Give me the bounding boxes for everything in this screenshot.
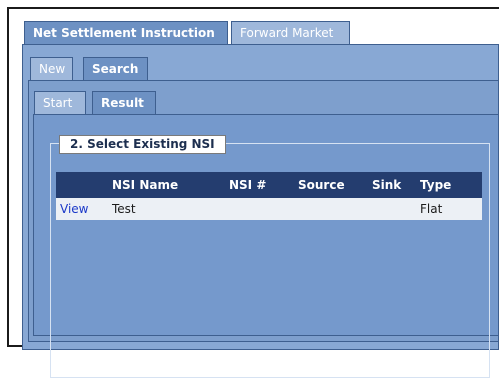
column-header-nsi-number[interactable]: NSI # bbox=[225, 172, 294, 198]
tab-result[interactable]: Result bbox=[92, 91, 156, 115]
view-link[interactable]: View bbox=[56, 198, 108, 220]
tab-label: Start bbox=[43, 96, 73, 110]
tab-search[interactable]: Search bbox=[83, 57, 148, 81]
section-legend: 2. Select Existing NSI bbox=[59, 135, 226, 154]
tab-label: Net Settlement Instruction bbox=[33, 26, 215, 40]
tab-start[interactable]: Start bbox=[34, 91, 86, 115]
tab-net-settlement-instruction[interactable]: Net Settlement Instruction bbox=[24, 21, 228, 45]
column-header-sink[interactable]: Sink bbox=[368, 172, 416, 198]
tab-label: New bbox=[39, 62, 66, 76]
nsi-number-cell bbox=[225, 198, 294, 220]
column-header-source[interactable]: Source bbox=[294, 172, 368, 198]
column-header-nsi-name[interactable]: NSI Name bbox=[108, 172, 225, 198]
table-row: View Test Flat bbox=[56, 198, 482, 220]
sink-cell bbox=[368, 198, 416, 220]
tab-label: Forward Market bbox=[240, 26, 334, 40]
column-header-type[interactable]: Type bbox=[416, 172, 482, 198]
tab-forward-market[interactable]: Forward Market bbox=[231, 21, 350, 45]
nsi-results-table: NSI Name NSI # Source Sink Type View Tes… bbox=[56, 172, 482, 220]
tab-label: Search bbox=[92, 62, 139, 76]
table-header-row: NSI Name NSI # Source Sink Type bbox=[56, 172, 482, 198]
source-cell bbox=[294, 198, 368, 220]
column-header-action bbox=[56, 172, 108, 198]
type-cell: Flat bbox=[416, 198, 482, 220]
tab-label: Result bbox=[101, 96, 144, 110]
tab-new[interactable]: New bbox=[30, 57, 73, 81]
nsi-name-cell: Test bbox=[108, 198, 225, 220]
